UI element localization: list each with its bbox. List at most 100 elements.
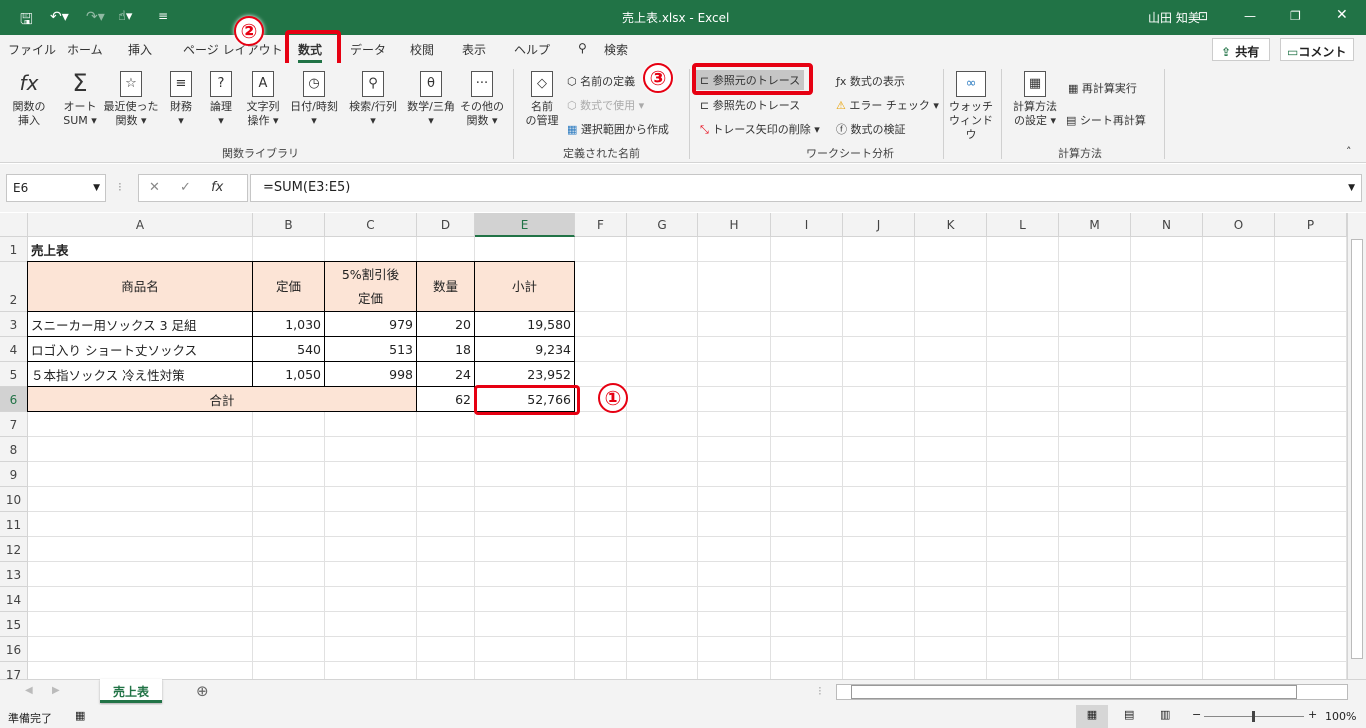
cell-I9[interactable] <box>771 462 843 487</box>
cell-H2[interactable] <box>698 262 771 312</box>
customize-qat-icon[interactable]: ≡ <box>158 9 168 23</box>
row-header-12[interactable]: 12 <box>0 537 28 562</box>
cell-A9[interactable] <box>28 462 253 487</box>
cell-K13[interactable] <box>915 562 987 587</box>
data-cell[interactable]: 20 <box>416 311 475 337</box>
comment-button[interactable]: ▭コメント <box>1280 38 1354 61</box>
cell-N9[interactable] <box>1131 462 1203 487</box>
restore-icon[interactable]: ❐ <box>1290 9 1301 23</box>
cell-B14[interactable] <box>253 587 325 612</box>
row-header-11[interactable]: 11 <box>0 512 28 537</box>
cell-M7[interactable] <box>1059 412 1131 437</box>
cell-M4[interactable] <box>1059 337 1131 362</box>
cell-H9[interactable] <box>698 462 771 487</box>
cell-E9[interactable] <box>475 462 575 487</box>
cell-L3[interactable] <box>987 312 1059 337</box>
cell-N8[interactable] <box>1131 437 1203 462</box>
cell-H15[interactable] <box>698 612 771 637</box>
row-header-2[interactable]: 2 <box>0 262 28 312</box>
cell-O13[interactable] <box>1203 562 1275 587</box>
cell-D8[interactable] <box>417 437 475 462</box>
cell-F2[interactable] <box>575 262 627 312</box>
cell-J6[interactable] <box>843 387 915 412</box>
cell-D1[interactable] <box>417 237 475 262</box>
column-header-L[interactable]: L <box>987 213 1059 237</box>
collapse-ribbon-icon[interactable]: ˄ <box>1346 145 1352 158</box>
cell-H17[interactable] <box>698 662 771 679</box>
cell-L17[interactable] <box>987 662 1059 679</box>
cell-C13[interactable] <box>325 562 417 587</box>
cell-P17[interactable] <box>1275 662 1347 679</box>
cell-O4[interactable] <box>1203 337 1275 362</box>
cell-C16[interactable] <box>325 637 417 662</box>
cell-K10[interactable] <box>915 487 987 512</box>
column-header-I[interactable]: I <box>771 213 843 237</box>
cell-O14[interactable] <box>1203 587 1275 612</box>
column-header-F[interactable]: F <box>575 213 627 237</box>
cell-F17[interactable] <box>575 662 627 679</box>
cell-G11[interactable] <box>627 512 698 537</box>
lookup-reference-button[interactable]: ⚲ 検索/行列 ▾ <box>345 71 401 128</box>
tab-review[interactable]: 校閲 <box>410 41 434 58</box>
ribbon-display-icon[interactable]: ⊡ <box>1198 9 1208 23</box>
cell-C14[interactable] <box>325 587 417 612</box>
cell-C15[interactable] <box>325 612 417 637</box>
cell-D9[interactable] <box>417 462 475 487</box>
cell-K8[interactable] <box>915 437 987 462</box>
cell-I13[interactable] <box>771 562 843 587</box>
cell-P14[interactable] <box>1275 587 1347 612</box>
remove-arrows-button[interactable]: ⤡ トレース矢印の削除 ▾ <box>700 121 820 137</box>
cell-N6[interactable] <box>1131 387 1203 412</box>
cell-B12[interactable] <box>253 537 325 562</box>
save-icon[interactable]: 🖫 <box>20 9 33 34</box>
redo-icon[interactable]: ↷▾ <box>86 9 105 25</box>
cell-B9[interactable] <box>253 462 325 487</box>
cell-M5[interactable] <box>1059 362 1131 387</box>
data-cell[interactable]: 1,030 <box>252 311 325 337</box>
zoom-slider[interactable] <box>1204 711 1304 722</box>
cell-N3[interactable] <box>1131 312 1203 337</box>
cell-J7[interactable] <box>843 412 915 437</box>
cell-I5[interactable] <box>771 362 843 387</box>
cell-M14[interactable] <box>1059 587 1131 612</box>
data-cell[interactable]: 998 <box>324 361 417 387</box>
cell-K17[interactable] <box>915 662 987 679</box>
close-icon[interactable]: ✕ <box>1336 7 1348 23</box>
calculate-sheet-button[interactable]: ▤ シート再計算 <box>1066 112 1146 128</box>
data-cell[interactable]: 24 <box>416 361 475 387</box>
cell-L14[interactable] <box>987 587 1059 612</box>
error-checking-button[interactable]: ⚠ エラー チェック ▾ <box>836 97 939 113</box>
cell-O17[interactable] <box>1203 662 1275 679</box>
worksheet-grid[interactable]: A B C D E F G H I J K L M N O P 1 2 3 4 5 6 7 8 9 10 11 12 13 14 15 16 1… <box>0 213 1347 679</box>
cell-H16[interactable] <box>698 637 771 662</box>
column-header-E[interactable]: E <box>475 213 575 237</box>
row-header-17[interactable]: 17 <box>0 662 28 679</box>
formula-input[interactable]: =SUM(E3:E5) ▼ <box>250 174 1362 202</box>
cell-H10[interactable] <box>698 487 771 512</box>
column-header-H[interactable]: H <box>698 213 771 237</box>
cell-P15[interactable] <box>1275 612 1347 637</box>
cell-J10[interactable] <box>843 487 915 512</box>
sheet-tab-uriage[interactable]: 売上表 <box>100 679 162 703</box>
cell-I16[interactable] <box>771 637 843 662</box>
cell-M17[interactable] <box>1059 662 1131 679</box>
macro-record-icon[interactable]: ▦ <box>75 709 85 722</box>
cell-G16[interactable] <box>627 637 698 662</box>
header-cell[interactable]: 商品名 <box>27 261 253 312</box>
cell-J3[interactable] <box>843 312 915 337</box>
cell-L10[interactable] <box>987 487 1059 512</box>
cell-J9[interactable] <box>843 462 915 487</box>
cell-P12[interactable] <box>1275 537 1347 562</box>
cell-E1[interactable] <box>475 237 575 262</box>
cell-I4[interactable] <box>771 337 843 362</box>
cell-I3[interactable] <box>771 312 843 337</box>
cell-M9[interactable] <box>1059 462 1131 487</box>
cell-I17[interactable] <box>771 662 843 679</box>
cell-L6[interactable] <box>987 387 1059 412</box>
cell-K7[interactable] <box>915 412 987 437</box>
cell-K2[interactable] <box>915 262 987 312</box>
cell-F7[interactable] <box>575 412 627 437</box>
cell-G8[interactable] <box>627 437 698 462</box>
cell-G1[interactable] <box>627 237 698 262</box>
cell-P3[interactable] <box>1275 312 1347 337</box>
